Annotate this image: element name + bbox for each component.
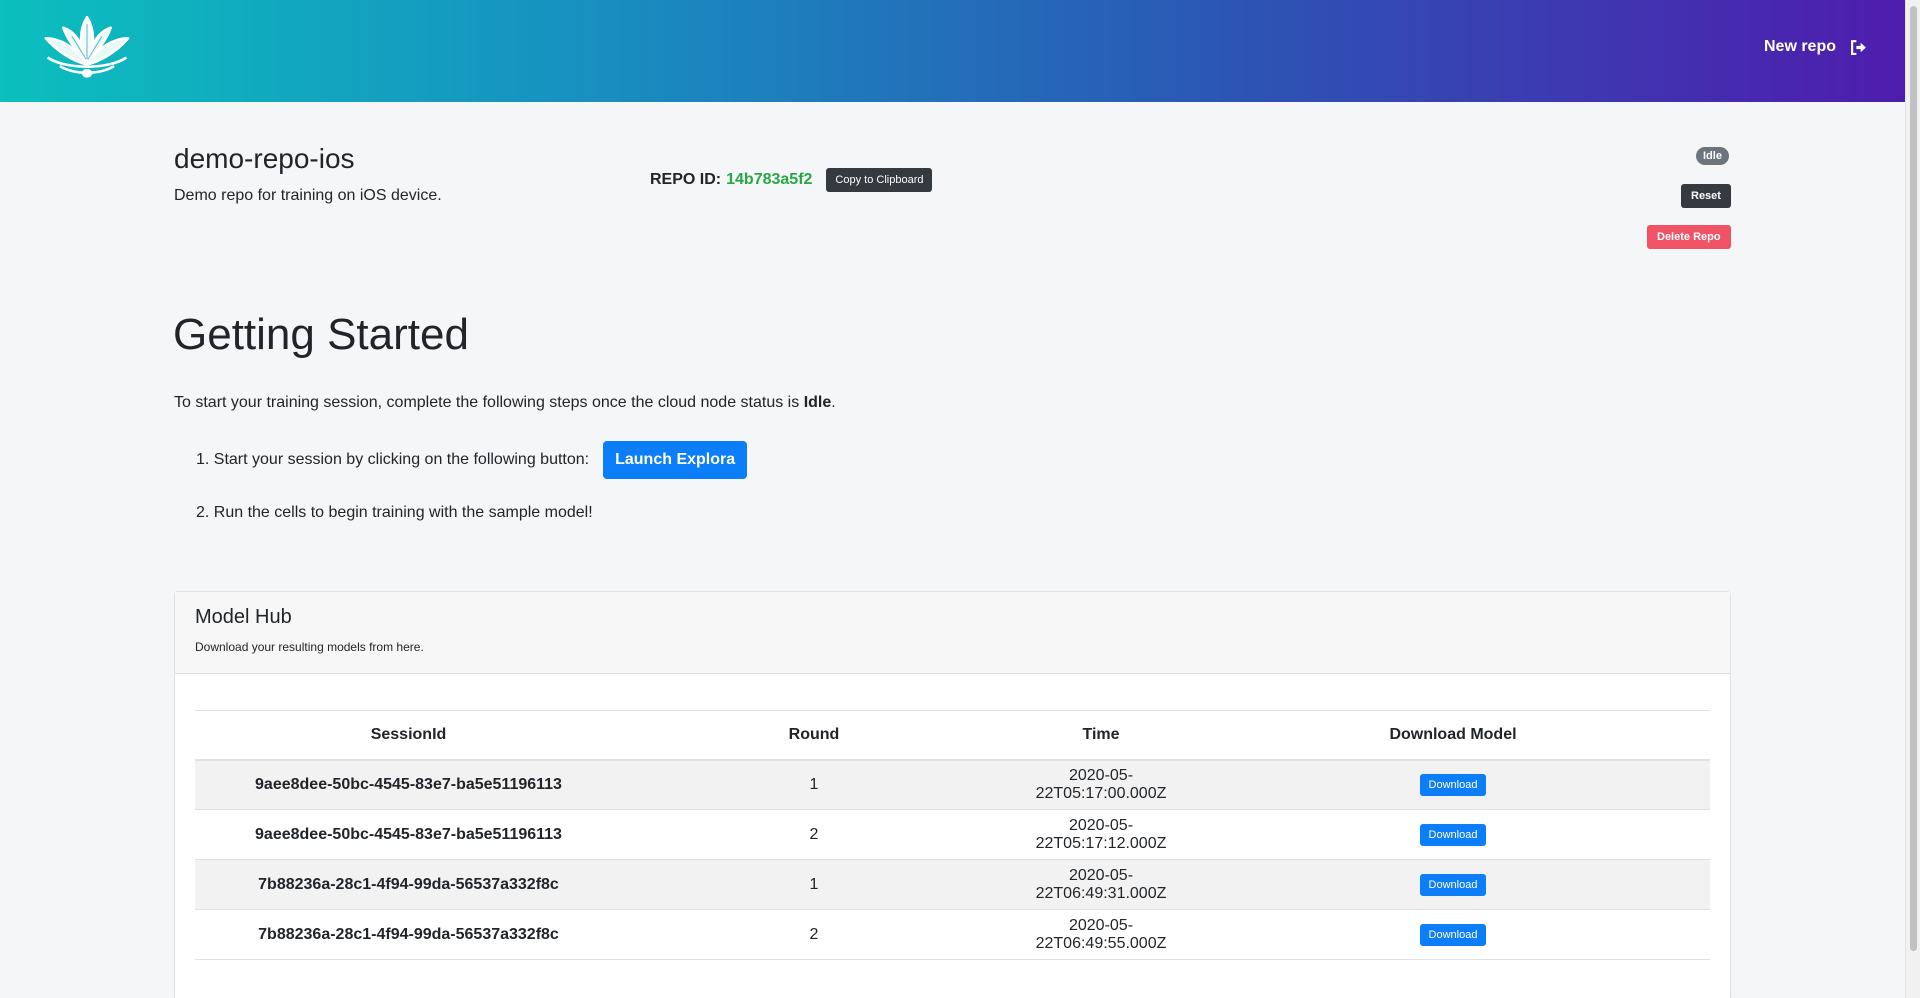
scrollbar[interactable] (1905, 0, 1920, 998)
time-cell: 2020-05-22T05:17:12.000Z (1006, 809, 1196, 860)
download-button[interactable]: Download (1419, 773, 1487, 796)
table-row: 9aee8dee-50bc-4545-83e7-ba5e51196113 2 2… (195, 809, 1710, 860)
intro-text: To start your training session, complete… (174, 394, 804, 411)
round-cell: 1 (622, 759, 1006, 810)
session-id-cell: 7b88236a-28c1-4f94-99da-56537a332f8c (195, 909, 622, 960)
download-cell: Download (1196, 809, 1710, 860)
copy-to-clipboard-button[interactable]: Copy to Clipboard (826, 168, 933, 192)
model-table-wrapper: SessionId Round Time Download Model 9aee… (195, 710, 1710, 960)
round-cell: 2 (622, 809, 1006, 860)
round-cell: 2 (622, 909, 1006, 960)
model-hub-card: Model Hub Download your resulting models… (174, 591, 1731, 998)
repo-id-section: REPO ID: 14b783a5f2 Copy to Clipboard (650, 168, 933, 192)
step-1: 1. Start your session by clicking on the… (196, 441, 748, 479)
column-header-download-model: Download Model (1196, 710, 1710, 761)
download-button[interactable]: Download (1419, 923, 1487, 946)
session-id-cell: 9aee8dee-50bc-4545-83e7-ba5e51196113 (195, 809, 622, 860)
top-navbar: New repo (0, 0, 1905, 102)
column-header-sessionid: SessionId (195, 710, 622, 761)
repo-id-value: 14b783a5f2 (726, 171, 813, 188)
download-cell: Download (1196, 909, 1710, 960)
column-header-round: Round (622, 710, 1006, 761)
model-hub-header: Model Hub Download your resulting models… (175, 592, 1730, 674)
download-cell: Download (1196, 859, 1710, 910)
delete-repo-button[interactable]: Delete Repo (1647, 225, 1731, 249)
download-button[interactable]: Download (1419, 823, 1487, 846)
logout-icon[interactable] (1850, 39, 1867, 56)
table-row: 7b88236a-28c1-4f94-99da-56537a332f8c 2 2… (195, 909, 1710, 960)
column-header-time: Time (1006, 710, 1196, 761)
model-hub-subtitle: Download your resulting models from here… (195, 640, 424, 654)
session-id-cell: 9aee8dee-50bc-4545-83e7-ba5e51196113 (195, 759, 622, 810)
table-header-row: SessionId Round Time Download Model (195, 710, 1710, 761)
table-row: 7b88236a-28c1-4f94-99da-56537a332f8c 1 2… (195, 859, 1710, 910)
page: New repo demo-repo-ios Demo repo for tra… (0, 0, 1920, 998)
intro-status-bold: Idle (803, 394, 832, 411)
step-1-text: 1. Start your session by clicking on the… (196, 451, 590, 468)
model-hub-title: Model Hub (195, 606, 292, 628)
time-cell: 2020-05-22T06:49:31.000Z (1006, 859, 1196, 910)
intro-period: . (831, 394, 836, 411)
download-button[interactable]: Download (1419, 873, 1487, 896)
reset-button[interactable]: Reset (1681, 184, 1731, 208)
repo-description: Demo repo for training on iOS device. (174, 187, 442, 204)
round-cell: 1 (622, 859, 1006, 910)
download-cell: Download (1196, 759, 1710, 810)
status-badge: Idle (1696, 147, 1729, 165)
step-2-text: 2. Run the cells to begin training with … (196, 504, 593, 521)
launch-explora-button[interactable]: Launch Explora (603, 441, 748, 479)
model-table: SessionId Round Time Download Model 9aee… (195, 710, 1710, 960)
new-repo-label: New repo (1763, 38, 1836, 55)
scrollbar-thumb[interactable] (1910, 6, 1917, 951)
repo-name: demo-repo-ios (174, 143, 355, 174)
new-repo-link[interactable]: New repo (1764, 38, 1867, 56)
table-row: 9aee8dee-50bc-4545-83e7-ba5e51196113 1 2… (195, 759, 1710, 810)
time-cell: 2020-05-22T05:17:00.000Z (1006, 759, 1196, 810)
session-id-cell: 7b88236a-28c1-4f94-99da-56537a332f8c (195, 859, 622, 910)
repo-id-label-wrap: REPO ID: 14b783a5f2 (650, 171, 812, 189)
repo-id-label: REPO ID: (650, 171, 722, 188)
getting-started-intro: To start your training session, complete… (174, 394, 836, 412)
time-cell: 2020-05-22T06:49:55.000Z (1006, 909, 1196, 960)
lotus-icon[interactable] (34, 12, 140, 82)
getting-started-title: Getting Started (173, 310, 469, 359)
